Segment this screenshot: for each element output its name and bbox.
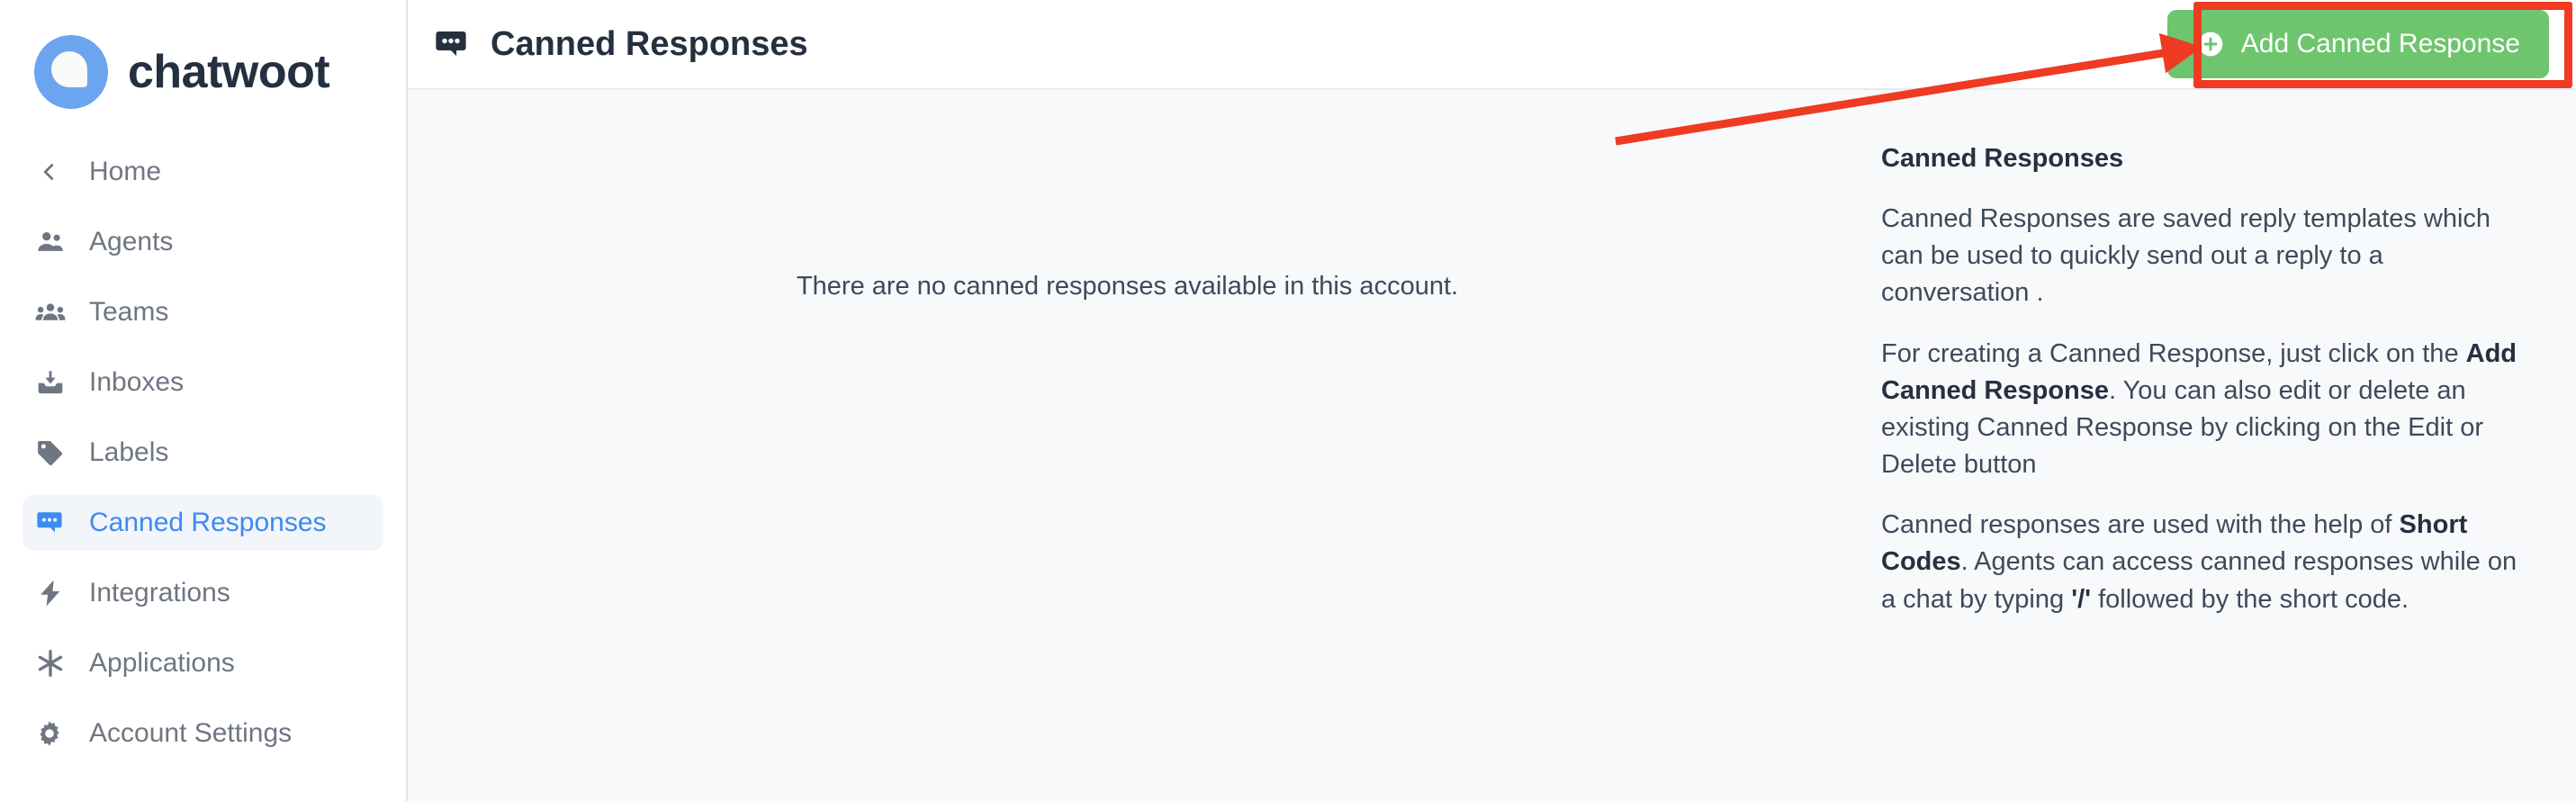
help-p2-text-a: For creating a Canned Response, just cli… xyxy=(1881,338,2466,368)
inbox-download-icon xyxy=(35,367,77,398)
sidebar-item-label: Labels xyxy=(89,437,169,467)
agents-people-icon xyxy=(35,227,77,257)
sidebar-item-labels[interactable]: Labels xyxy=(23,425,383,481)
help-p3-bold-slash: '/' xyxy=(2071,584,2092,614)
sidebar-item-label: Home xyxy=(89,157,162,186)
sidebar-item-inboxes[interactable]: Inboxes xyxy=(23,355,383,410)
page-header: Canned Responses Add Canned Response xyxy=(408,0,2576,90)
lightning-bolt-icon xyxy=(35,578,77,608)
canned-responses-list-pane: There are no canned responses available … xyxy=(408,90,1847,801)
page-title: Canned Responses xyxy=(491,25,808,63)
app-root: chatwoot Home Agents Teams Inboxes Label… xyxy=(0,0,2576,801)
empty-state-message: There are no canned responses available … xyxy=(796,272,1459,301)
chat-dots-icon xyxy=(35,508,77,537)
teams-group-icon xyxy=(35,297,77,328)
sidebar-item-label: Inboxes xyxy=(89,367,185,397)
brand-wordmark: chatwoot xyxy=(128,46,330,98)
sidebar-item-label: Integrations xyxy=(89,578,230,608)
add-canned-response-label: Add Canned Response xyxy=(2240,29,2520,58)
sidebar-item-label: Teams xyxy=(89,297,169,327)
sidebar-nav: Home Agents Teams Inboxes Labels Canned … xyxy=(0,144,406,761)
help-p3-text-a: Canned responses are used with the help … xyxy=(1881,510,2400,540)
help-panel: Canned Responses Canned Responses are sa… xyxy=(1847,90,2576,801)
page-header-left: Canned Responses xyxy=(431,4,808,85)
help-panel-title: Canned Responses xyxy=(1881,144,2124,173)
sidebar-item-teams[interactable]: Teams xyxy=(23,284,383,340)
content-area: There are no canned responses available … xyxy=(408,90,2576,801)
sidebar-item-home[interactable]: Home xyxy=(23,144,383,200)
add-canned-response-button[interactable]: Add Canned Response xyxy=(2166,10,2549,78)
help-paragraph-2: For creating a Canned Response, just cli… xyxy=(1881,336,2531,484)
brand-logo[interactable]: chatwoot xyxy=(0,0,406,144)
asterisk-icon xyxy=(35,648,77,679)
sidebar-item-label: Applications xyxy=(89,648,235,678)
sidebar-item-label: Account Settings xyxy=(89,718,293,748)
chatwoot-logo-icon xyxy=(34,35,108,109)
help-paragraph-3: Canned responses are used with the help … xyxy=(1881,507,2531,618)
sidebar-item-integrations[interactable]: Integrations xyxy=(23,565,383,621)
sidebar-item-label: Canned Responses xyxy=(89,508,327,537)
plus-circle-icon xyxy=(2198,32,2223,57)
chevron-left-icon xyxy=(35,158,77,185)
help-paragraph-1: Canned Responses are saved reply templat… xyxy=(1881,204,2491,308)
sidebar: chatwoot Home Agents Teams Inboxes Label… xyxy=(0,0,408,801)
sidebar-item-label: Agents xyxy=(89,227,174,256)
sidebar-item-agents[interactable]: Agents xyxy=(23,214,383,270)
chat-dots-icon xyxy=(431,27,471,61)
main-panel: Canned Responses Add Canned Response The… xyxy=(408,0,2576,801)
tag-icon xyxy=(35,437,77,468)
sidebar-item-applications[interactable]: Applications xyxy=(23,635,383,691)
sidebar-item-account-settings[interactable]: Account Settings xyxy=(23,706,383,761)
help-p3-text-e: followed by the short code. xyxy=(2091,584,2409,614)
sidebar-item-canned-responses[interactable]: Canned Responses xyxy=(23,495,383,551)
gear-icon xyxy=(35,719,77,748)
